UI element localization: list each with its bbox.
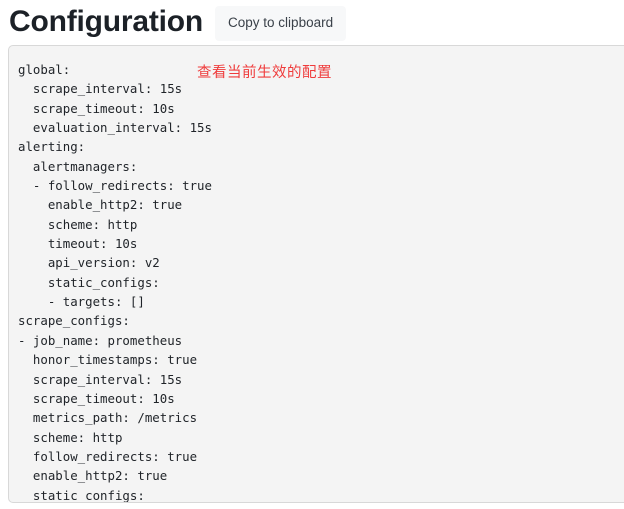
page-header: Configuration Copy to clipboard [0,0,624,44]
configuration-yaml-text: global: scrape_interval: 15s scrape_time… [18,62,212,503]
red-annotation-label: 查看当前生效的配置 [197,65,332,81]
configuration-code-panel[interactable]: global: scrape_interval: 15s scrape_time… [8,45,624,503]
copy-to-clipboard-button[interactable]: Copy to clipboard [215,6,347,41]
page-title: Configuration [9,5,204,38]
